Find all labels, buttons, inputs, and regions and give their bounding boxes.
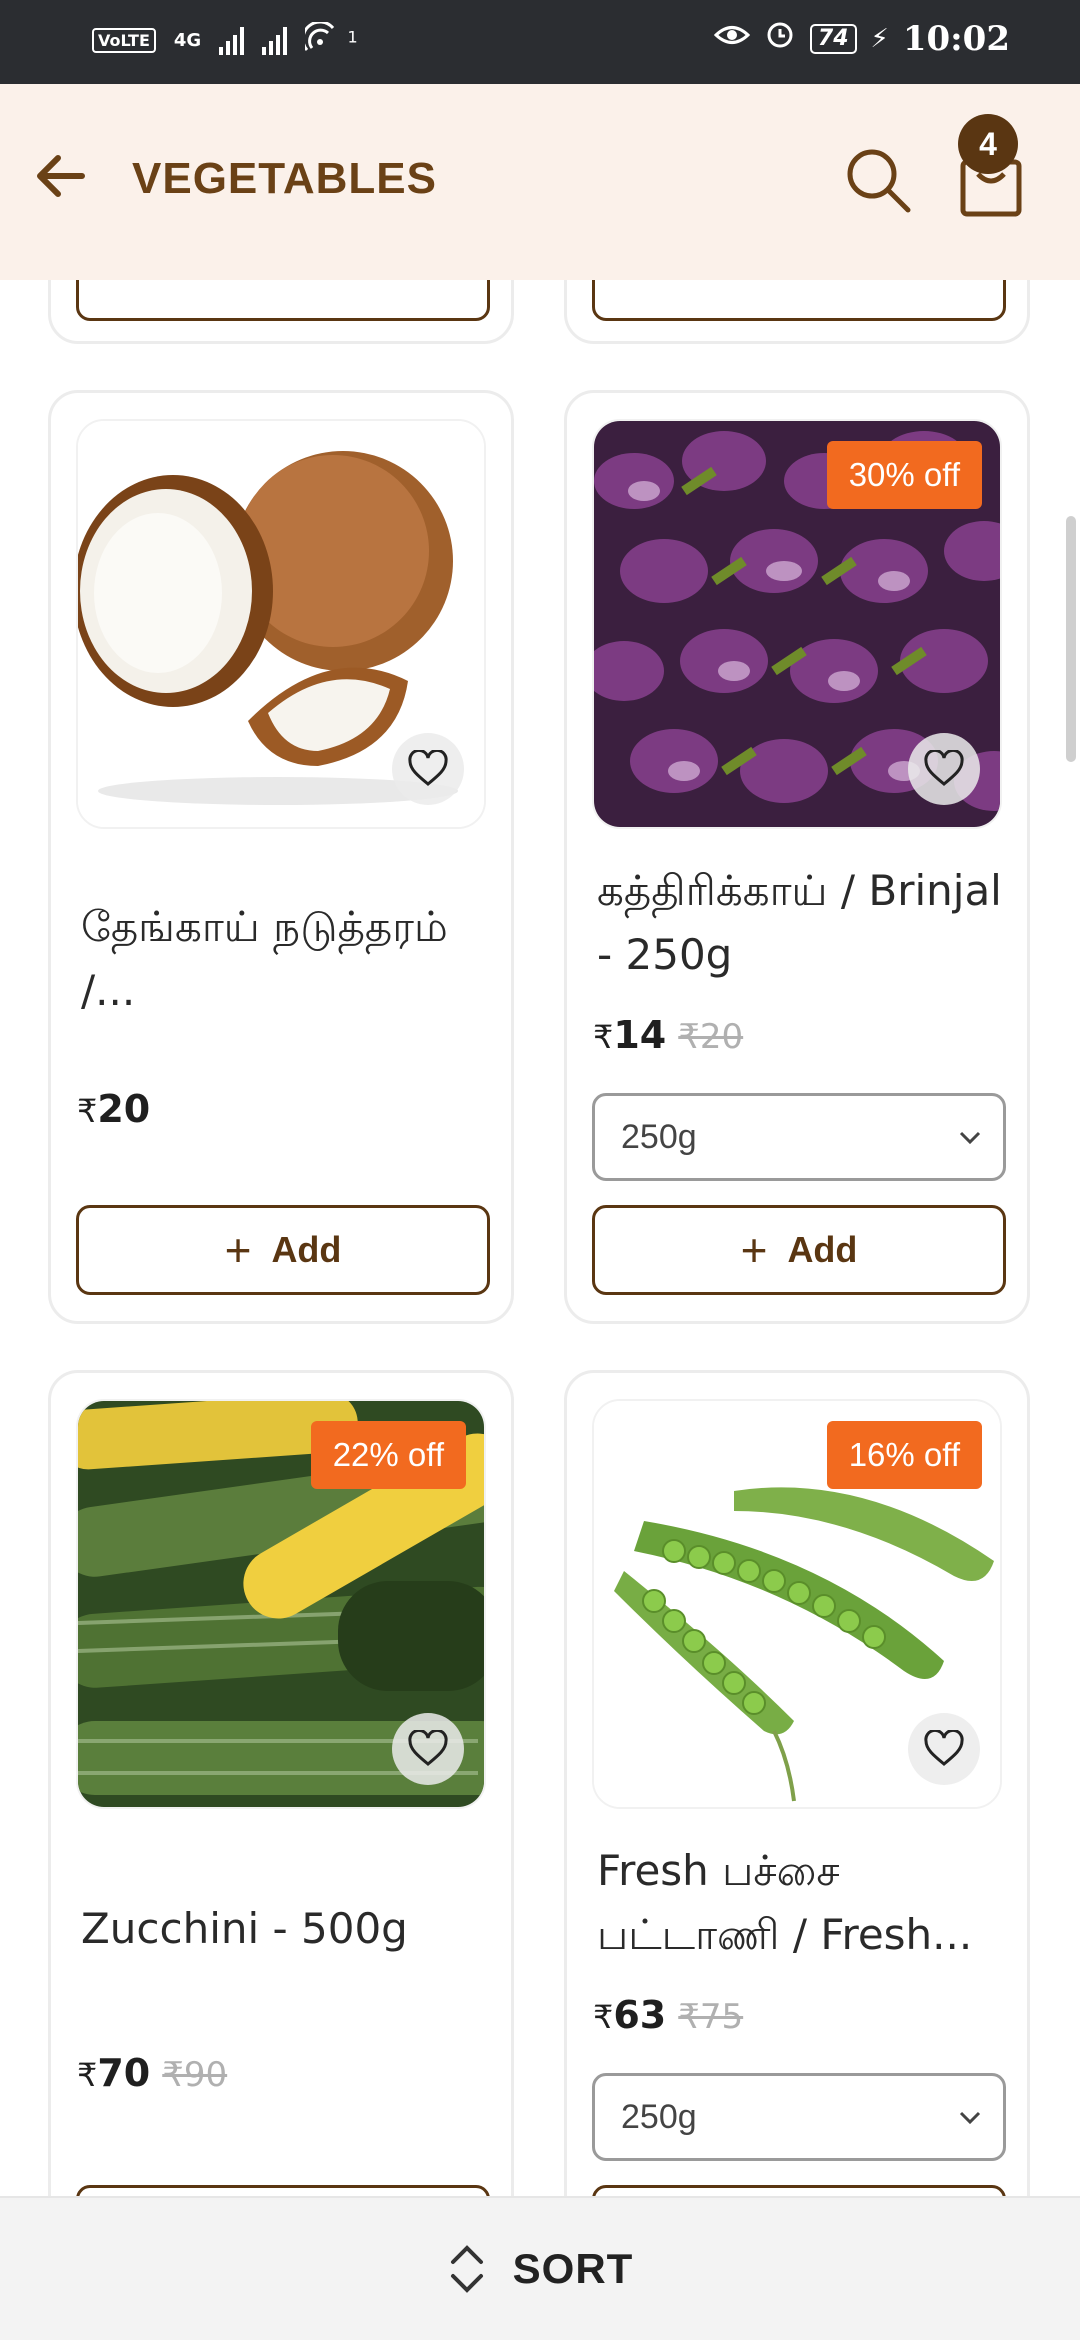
search-button[interactable]	[838, 140, 918, 220]
product-price: ₹70 ₹90	[77, 2051, 227, 2095]
sort-label: SORT	[512, 2245, 634, 2292]
chevron-down-icon	[959, 1131, 981, 1145]
variant-value: 250g	[621, 2098, 697, 2136]
favorite-button[interactable]	[908, 1713, 980, 1785]
eye-comfort-icon	[713, 19, 751, 59]
original-price: ₹75	[678, 1997, 744, 2037]
scrollbar-thumb[interactable]	[1066, 516, 1076, 762]
chevron-down-icon	[959, 2111, 981, 2125]
product-name[interactable]: Fresh பச்சை பட்டாணி / Fresh...	[597, 1839, 1007, 1967]
product-image[interactable]	[76, 419, 486, 829]
sale-price: 70	[97, 2051, 151, 2095]
sale-price: 63	[613, 1993, 667, 2037]
product-card[interactable]: தேங்காய் நடுத்தரம் /... ₹20 + Add	[48, 390, 514, 1324]
currency-symbol: ₹	[77, 2056, 98, 2094]
currency-symbol: ₹	[77, 1092, 98, 1130]
add-label: Add	[787, 1229, 858, 1270]
product-name[interactable]: கத்திரிக்காய் / Brinjal - 250g	[597, 859, 1007, 987]
alarm-icon	[764, 18, 796, 59]
product-image[interactable]: 30% off	[592, 419, 1002, 829]
product-name[interactable]: Zucchini - 500g	[81, 1897, 491, 1961]
product-card[interactable]: 30% off கத்திரிக்காய் / Brinjal - 250g ₹…	[564, 390, 1030, 1324]
heart-icon	[408, 1730, 448, 1766]
status-left: VoLTE 4G 1	[92, 20, 358, 59]
page-title: VEGETABLES	[132, 154, 438, 203]
sort-bar[interactable]: SORT	[0, 2196, 1080, 2340]
product-card[interactable]: 22% off Zucchini - 500g ₹70 ₹90	[48, 1370, 514, 2230]
signal-icon	[219, 26, 245, 55]
arrow-left-icon	[37, 155, 85, 197]
sort-icon	[450, 2245, 483, 2293]
heart-icon	[924, 1730, 964, 1766]
product-name[interactable]: தேங்காய் நடுத்தரம் /...	[81, 895, 491, 1023]
plus-icon: +	[224, 1224, 252, 1276]
status-bar: VoLTE 4G 1 74 ⚡ 10:02	[0, 0, 1080, 84]
product-price: ₹14 ₹20	[593, 1013, 743, 1057]
volte-icon: VoLTE	[92, 28, 156, 53]
plus-icon: +	[740, 1224, 768, 1276]
app-screen: VoLTE 4G 1 74 ⚡ 10:02 தேங்காய் நடுத்தரம்…	[0, 0, 1080, 2340]
favorite-button[interactable]	[908, 733, 980, 805]
hotspot-count: 1	[347, 27, 358, 47]
variant-select[interactable]: 250g	[592, 1093, 1006, 1181]
variant-value: 250g	[621, 1118, 697, 1156]
original-price: ₹20	[678, 1017, 744, 1057]
hotspot-icon: 1	[301, 20, 358, 59]
signal-icon-2	[262, 26, 288, 55]
product-card[interactable]: 16% off Fresh பச்சை பட்டாணி / Fresh... ₹…	[564, 1370, 1030, 2230]
currency-symbol: ₹	[593, 1018, 614, 1056]
currency-symbol: ₹	[593, 1998, 614, 2036]
heart-icon	[924, 750, 964, 786]
status-right: 74 ⚡ 10:02	[713, 18, 1010, 59]
network-type: 4G	[173, 30, 202, 51]
back-button[interactable]	[30, 144, 94, 208]
add-button[interactable]: + Add	[592, 1205, 1006, 1295]
variant-select[interactable]: 250g	[592, 2073, 1006, 2161]
add-button[interactable]: + Add	[76, 1205, 490, 1295]
cart-count-badge: 4	[958, 114, 1018, 174]
battery-icon: 74	[809, 23, 857, 54]
product-price: ₹63 ₹75	[593, 1993, 743, 2037]
clock: 10:02	[902, 18, 1010, 59]
favorite-button[interactable]	[392, 733, 464, 805]
heart-icon	[408, 750, 448, 786]
app-header: VEGETABLES 4	[0, 84, 1080, 280]
product-image[interactable]: 16% off	[592, 1399, 1002, 1809]
search-icon	[847, 149, 911, 213]
discount-badge: 22% off	[310, 1421, 466, 1489]
product-price: ₹20	[77, 1087, 150, 1131]
sale-price: 20	[97, 1087, 151, 1131]
favorite-button[interactable]	[392, 1713, 464, 1785]
original-price: ₹90	[162, 2055, 228, 2095]
charging-icon: ⚡	[870, 23, 889, 54]
sale-price: 14	[613, 1013, 667, 1057]
discount-badge: 30% off	[826, 441, 982, 509]
discount-badge: 16% off	[826, 1421, 982, 1489]
product-image[interactable]: 22% off	[76, 1399, 486, 1809]
add-label: Add	[271, 1229, 342, 1270]
